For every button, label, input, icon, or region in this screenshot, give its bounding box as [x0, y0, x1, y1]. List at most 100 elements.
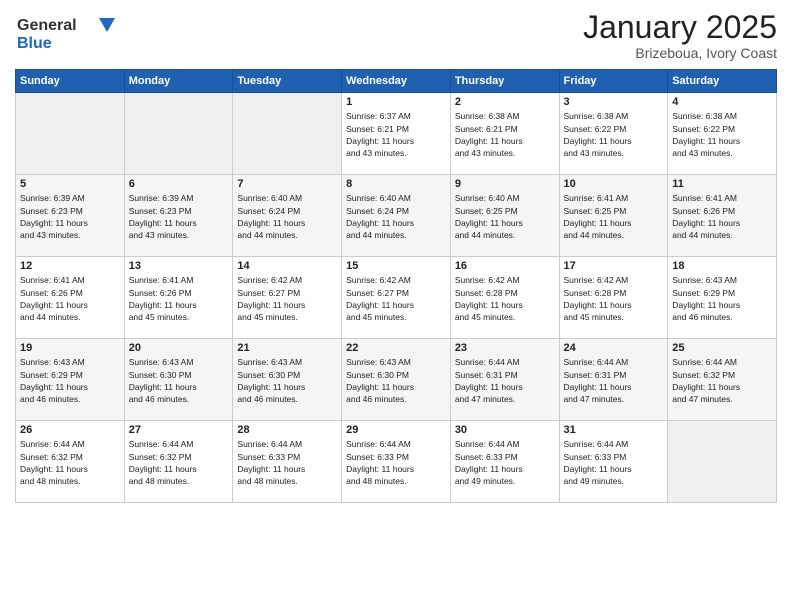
day-info: Sunrise: 6:41 AM Sunset: 6:26 PM Dayligh… — [672, 192, 772, 241]
day-number: 16 — [455, 260, 555, 272]
table-row: 30 Sunrise: 6:44 AM Sunset: 6:33 PM Dayli… — [450, 421, 559, 503]
day-number: 11 — [672, 178, 772, 190]
table-row: 17Sunrise: 6:42 AM Sunset: 6:28 PM Dayli… — [559, 257, 668, 339]
table-row: 29Sunrise: 6:44 AM Sunset: 6:33 PM Dayli… — [342, 421, 451, 503]
day-number: 30 — [455, 424, 555, 436]
col-friday: Friday — [559, 70, 668, 93]
calendar: Sunday Monday Tuesday Wednesday Thursday… — [15, 69, 777, 503]
day-number: 24 — [564, 342, 664, 354]
day-info: Sunrise: 6:40 AM Sunset: 6:24 PM Dayligh… — [346, 192, 446, 241]
table-row: 15 Sunrise: 6:42 AM Sunset: 6:27 PM Dayli… — [342, 257, 451, 339]
logo: General Blue — [15, 10, 125, 57]
page: General Blue January 2025 Brizeboua, Ivo… — [0, 0, 792, 612]
day-info: Sunrise: 6:41 AM Sunset: 6:26 PM Dayligh… — [20, 274, 120, 323]
day-info: Sunrise: 6:39 AM Sunset: 6:23 PM Dayligh… — [129, 192, 229, 241]
table-row: 1 Sunrise: 6:37 AM Sunset: 6:21 PM Daylig… — [342, 93, 451, 175]
calendar-header-row: Sunday Monday Tuesday Wednesday Thursday… — [16, 70, 777, 93]
day-number: 29 — [346, 424, 446, 436]
table-row — [16, 93, 125, 175]
day-number: 1 — [346, 96, 446, 108]
day-number: 21 — [237, 342, 337, 354]
table-row: 16Sunrise: 6:42 AM Sunset: 6:28 PM Dayli… — [450, 257, 559, 339]
day-number: 19 — [20, 342, 120, 354]
day-info: Sunrise: 6:40 AM Sunset: 6:25 PM Dayligh… — [455, 192, 555, 241]
day-info: Sunrise: 6:38 AM Sunset: 6:22 PM Dayligh… — [564, 110, 664, 159]
day-number: 22 — [346, 342, 446, 354]
table-row: 23 Sunrise: 6:44 AM Sunset: 6:31 PM Dayli… — [450, 339, 559, 421]
day-info: Sunrise: 6:44 AM Sunset: 6:33 PM Dayligh… — [237, 438, 337, 487]
day-number: 25 — [672, 342, 772, 354]
svg-text:General: General — [17, 17, 77, 34]
day-number: 12 — [20, 260, 120, 272]
day-number: 5 — [20, 178, 120, 190]
table-row: 5 Sunrise: 6:39 AM Sunset: 6:23 PM Daylig… — [16, 175, 125, 257]
day-info: Sunrise: 6:43 AM Sunset: 6:29 PM Dayligh… — [672, 274, 772, 323]
day-number: 14 — [237, 260, 337, 272]
logo-text: General Blue — [15, 10, 125, 57]
day-number: 3 — [564, 96, 664, 108]
day-info: Sunrise: 6:38 AM Sunset: 6:22 PM Dayligh… — [672, 110, 772, 159]
day-number: 8 — [346, 178, 446, 190]
day-info: Sunrise: 6:39 AM Sunset: 6:23 PM Dayligh… — [20, 192, 120, 241]
day-number: 13 — [129, 260, 229, 272]
day-number: 28 — [237, 424, 337, 436]
col-thursday: Thursday — [450, 70, 559, 93]
day-info: Sunrise: 6:44 AM Sunset: 6:31 PM Dayligh… — [564, 356, 664, 405]
day-info: Sunrise: 6:43 AM Sunset: 6:30 PM Dayligh… — [237, 356, 337, 405]
table-row: 12 Sunrise: 6:41 AM Sunset: 6:26 PM Dayli… — [16, 257, 125, 339]
table-row: 21 Sunrise: 6:43 AM Sunset: 6:30 PM Dayli… — [233, 339, 342, 421]
header: General Blue January 2025 Brizeboua, Ivo… — [15, 10, 777, 61]
day-info: Sunrise: 6:44 AM Sunset: 6:33 PM Dayligh… — [455, 438, 555, 487]
table-row: 20Sunrise: 6:43 AM Sunset: 6:30 PM Dayli… — [124, 339, 233, 421]
table-row: 2 Sunrise: 6:38 AM Sunset: 6:21 PM Daylig… — [450, 93, 559, 175]
day-info: Sunrise: 6:38 AM Sunset: 6:21 PM Dayligh… — [455, 110, 555, 159]
table-row: 7 Sunrise: 6:40 AM Sunset: 6:24 PM Daylig… — [233, 175, 342, 257]
day-info: Sunrise: 6:42 AM Sunset: 6:27 PM Dayligh… — [346, 274, 446, 323]
table-row — [233, 93, 342, 175]
day-number: 9 — [455, 178, 555, 190]
day-number: 7 — [237, 178, 337, 190]
day-number: 10 — [564, 178, 664, 190]
table-row: 28 Sunrise: 6:44 AM Sunset: 6:33 PM Dayli… — [233, 421, 342, 503]
day-number: 18 — [672, 260, 772, 272]
col-sunday: Sunday — [16, 70, 125, 93]
day-number: 2 — [455, 96, 555, 108]
day-info: Sunrise: 6:44 AM Sunset: 6:31 PM Dayligh… — [455, 356, 555, 405]
day-info: Sunrise: 6:43 AM Sunset: 6:29 PM Dayligh… — [20, 356, 120, 405]
calendar-week-row: 26Sunrise: 6:44 AM Sunset: 6:32 PM Dayli… — [16, 421, 777, 503]
day-info: Sunrise: 6:44 AM Sunset: 6:32 PM Dayligh… — [129, 438, 229, 487]
day-info: Sunrise: 6:41 AM Sunset: 6:26 PM Dayligh… — [129, 274, 229, 323]
day-info: Sunrise: 6:44 AM Sunset: 6:32 PM Dayligh… — [672, 356, 772, 405]
day-number: 17 — [564, 260, 664, 272]
day-info: Sunrise: 6:40 AM Sunset: 6:24 PM Dayligh… — [237, 192, 337, 241]
table-row: 13 Sunrise: 6:41 AM Sunset: 6:26 PM Dayli… — [124, 257, 233, 339]
svg-text:Blue: Blue — [17, 35, 52, 52]
day-number: 31 — [564, 424, 664, 436]
table-row: 27Sunrise: 6:44 AM Sunset: 6:32 PM Dayli… — [124, 421, 233, 503]
table-row — [668, 421, 777, 503]
table-row: 31 Sunrise: 6:44 AM Sunset: 6:33 PM Dayli… — [559, 421, 668, 503]
day-info: Sunrise: 6:41 AM Sunset: 6:25 PM Dayligh… — [564, 192, 664, 241]
table-row: 14Sunrise: 6:42 AM Sunset: 6:27 PM Dayli… — [233, 257, 342, 339]
col-tuesday: Tuesday — [233, 70, 342, 93]
day-info: Sunrise: 6:44 AM Sunset: 6:33 PM Dayligh… — [564, 438, 664, 487]
table-row: 22 Sunrise: 6:43 AM Sunset: 6:30 PM Dayli… — [342, 339, 451, 421]
table-row: 18 Sunrise: 6:43 AM Sunset: 6:29 PM Dayli… — [668, 257, 777, 339]
day-info: Sunrise: 6:43 AM Sunset: 6:30 PM Dayligh… — [346, 356, 446, 405]
day-number: 23 — [455, 342, 555, 354]
calendar-week-row: 5 Sunrise: 6:39 AM Sunset: 6:23 PM Daylig… — [16, 175, 777, 257]
day-number: 15 — [346, 260, 446, 272]
table-row: 25 Sunrise: 6:44 AM Sunset: 6:32 PM Dayli… — [668, 339, 777, 421]
day-number: 6 — [129, 178, 229, 190]
day-info: Sunrise: 6:43 AM Sunset: 6:30 PM Dayligh… — [129, 356, 229, 405]
table-row: 19 Sunrise: 6:43 AM Sunset: 6:29 PM Dayli… — [16, 339, 125, 421]
title-section: January 2025 Brizeboua, Ivory Coast — [583, 10, 777, 61]
col-saturday: Saturday — [668, 70, 777, 93]
day-info: Sunrise: 6:44 AM Sunset: 6:32 PM Dayligh… — [20, 438, 120, 487]
day-info: Sunrise: 6:37 AM Sunset: 6:21 PM Dayligh… — [346, 110, 446, 159]
month-title: January 2025 — [583, 10, 777, 45]
location: Brizeboua, Ivory Coast — [583, 45, 777, 61]
table-row: 6 Sunrise: 6:39 AM Sunset: 6:23 PM Daylig… — [124, 175, 233, 257]
table-row: 24 Sunrise: 6:44 AM Sunset: 6:31 PM Dayli… — [559, 339, 668, 421]
table-row: 4Sunrise: 6:38 AM Sunset: 6:22 PM Daylig… — [668, 93, 777, 175]
